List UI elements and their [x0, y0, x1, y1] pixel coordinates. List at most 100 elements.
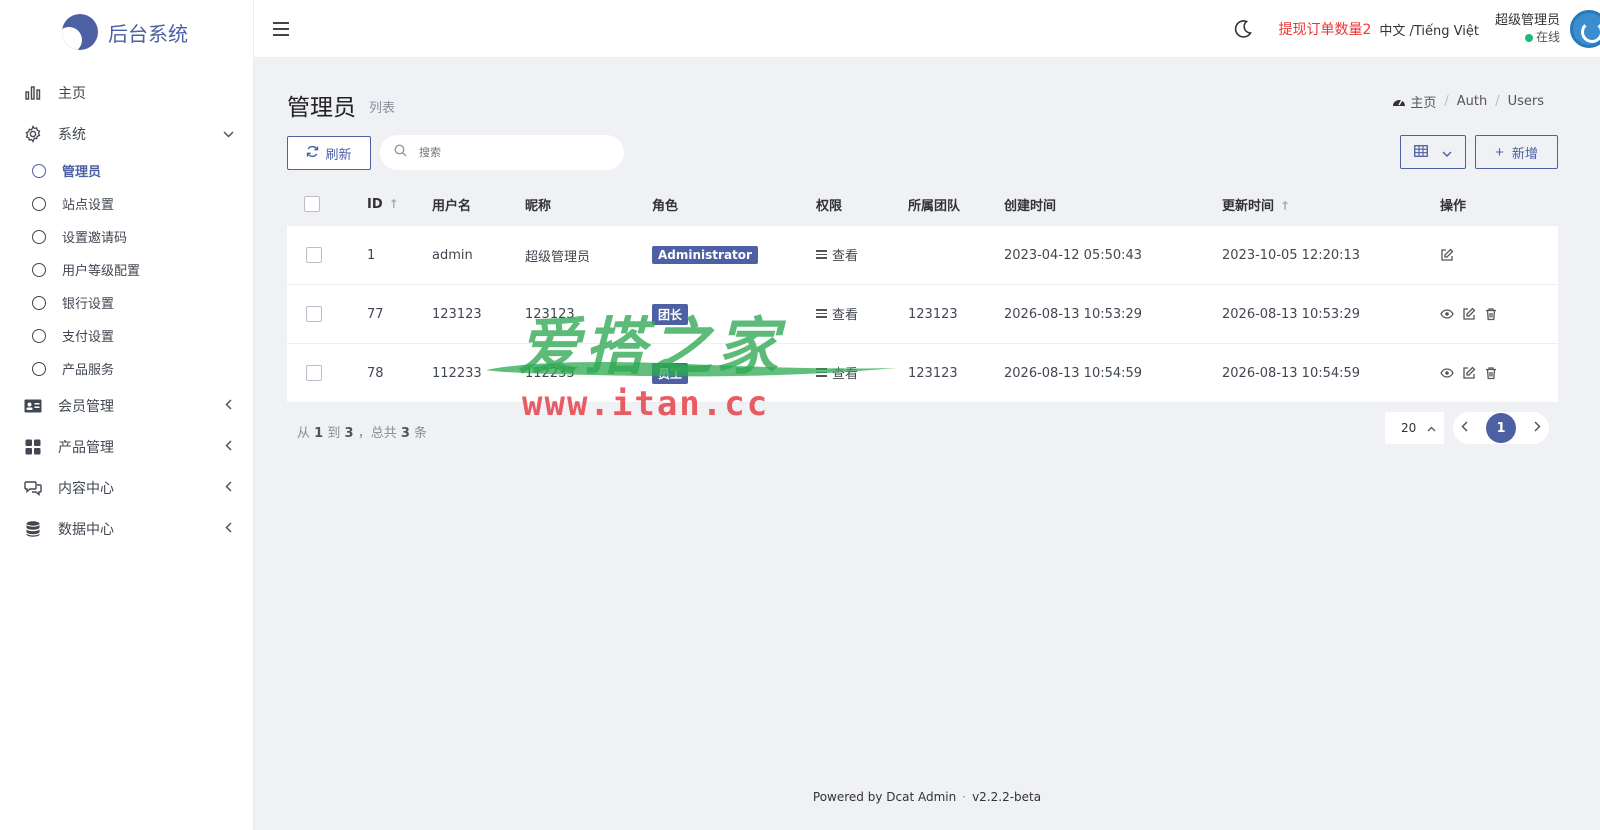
sidebar-item-label: 数据中心: [58, 521, 114, 538]
eye-icon[interactable]: [1440, 366, 1454, 380]
cell-id: 1: [367, 226, 432, 285]
chevron-up-icon: [1427, 421, 1436, 435]
sidebar-item-system[interactable]: 系统: [0, 113, 253, 154]
column-header-id[interactable]: ID ↑: [367, 182, 432, 226]
cell-nickname: 112233: [525, 344, 652, 403]
sidebar-nav: 主页 系统 管理员 站点设置 设置邀请码 用户等级配置 银行设置 支付设置 产品…: [0, 72, 253, 549]
add-button[interactable]: + 新增: [1475, 135, 1558, 169]
cell-team: [908, 226, 1004, 285]
brand-logo-icon: [62, 14, 98, 50]
chevron-left-icon: [221, 521, 235, 536]
sidebar-subitem-product-services[interactable]: 产品服务: [0, 352, 253, 385]
user-status-label: 在线: [1535, 30, 1560, 44]
avatar[interactable]: [1570, 10, 1600, 48]
sidebar-subitem-bank-settings[interactable]: 银行设置: [0, 286, 253, 319]
sidebar-subitem-admins[interactable]: 管理员: [0, 154, 253, 187]
search-box[interactable]: [380, 135, 624, 170]
circle-icon: [32, 262, 46, 277]
cell-team: 123123: [908, 344, 1004, 403]
brand-name: 后台系统: [108, 21, 188, 46]
breadcrumb: 主页 / Auth / Users: [1392, 92, 1544, 111]
row-checkbox[interactable]: [306, 306, 322, 322]
role-badge: Administrator: [652, 246, 758, 264]
search-icon: [394, 144, 407, 161]
row-checkbox[interactable]: [306, 247, 322, 263]
user-menu[interactable]: 超级管理员 在线: [1495, 13, 1560, 45]
powered-by-link[interactable]: Powered by Dcat Admin: [813, 790, 956, 804]
sort-arrow-icon[interactable]: ↑: [1280, 199, 1290, 213]
sidebar-subitem-site-settings[interactable]: 站点设置: [0, 187, 253, 220]
user-name: 超级管理员: [1494, 13, 1560, 28]
refresh-label: 刷新: [325, 146, 352, 162]
withdraw-orders-link[interactable]: 提现订单数量2: [1278, 19, 1371, 39]
users-table: ID ↑ 用户名 昵称 角色 权限 所属团队 创建时间 更新时间 ↑ 操作 1 ad…: [287, 182, 1558, 403]
brand[interactable]: 后台系统: [0, 0, 253, 64]
page-subtitle: 列表: [369, 101, 396, 116]
breadcrumb-users: Users: [1507, 94, 1544, 109]
breadcrumb-auth[interactable]: Auth: [1457, 94, 1487, 109]
grid-toolbar: 刷新 + 新增: [287, 135, 1558, 171]
cell-updated: 2026-08-13 10:54:59: [1222, 344, 1440, 403]
cell-team: 123123: [908, 285, 1004, 344]
next-page-icon[interactable]: [1534, 420, 1541, 436]
database-icon: [23, 519, 43, 539]
cell-created: 2026-08-13 10:54:59: [1004, 344, 1222, 403]
sidebar-item-home[interactable]: 主页: [0, 72, 253, 113]
trash-icon[interactable]: [1484, 366, 1498, 380]
sidebar-subitem-label: 管理员: [62, 165, 102, 180]
breadcrumb-home[interactable]: 主页: [1410, 92, 1436, 111]
column-header-updated[interactable]: 更新时间 ↑: [1222, 182, 1440, 226]
permission-view-link[interactable]: 查看: [816, 304, 858, 323]
add-label: 新增: [1511, 145, 1538, 161]
sidebar-item-members[interactable]: 会员管理: [0, 385, 253, 426]
chart-bar-icon: [23, 83, 43, 103]
dark-mode-moon-icon[interactable]: [1232, 18, 1254, 40]
main-content: 管理员 列表 主页 / Auth / Users 刷新 搜索 + 新增 ID ↑…: [287, 58, 1558, 444]
circle-icon: [32, 361, 46, 376]
sidebar-item-content[interactable]: 内容中心: [0, 467, 253, 508]
edit-icon[interactable]: [1462, 307, 1476, 321]
row-checkbox[interactable]: [306, 365, 322, 381]
sidebar-item-data[interactable]: 数据中心: [0, 508, 253, 549]
sidebar-item-products[interactable]: 产品管理: [0, 426, 253, 467]
table-row: 1 admin 超级管理员 Administrator 查看 2023-04-1…: [287, 226, 1558, 285]
pagination: 1: [1453, 412, 1549, 444]
select-all-checkbox[interactable]: [304, 196, 320, 212]
language-switch[interactable]: 中文 /Tiếng Việt: [1379, 20, 1479, 39]
trash-icon[interactable]: [1484, 307, 1498, 321]
eye-icon[interactable]: [1440, 307, 1454, 321]
sort-arrow-icon[interactable]: ↑: [389, 197, 399, 211]
refresh-button[interactable]: 刷新: [287, 136, 371, 170]
chevron-left-icon: [221, 480, 235, 495]
online-dot-icon: [1524, 33, 1533, 42]
footer-powered-by: Powered by Dcat Admin · v2.2.2-beta: [812, 790, 1042, 804]
permission-view-link[interactable]: 查看: [816, 363, 858, 382]
sidebar-item-label: 主页: [58, 85, 86, 102]
circle-icon: [32, 328, 46, 343]
role-badge: 团长: [652, 303, 689, 325]
search-input[interactable]: [419, 146, 599, 159]
edit-icon[interactable]: [1440, 248, 1454, 262]
sidebar-subitem-label: 产品服务: [62, 363, 115, 378]
column-header-created: 创建时间: [1004, 198, 1057, 214]
column-header-nickname: 昵称: [525, 198, 552, 214]
column-selector-button[interactable]: [1400, 135, 1466, 169]
permission-view-link[interactable]: 查看: [816, 245, 858, 264]
menu-toggle-icon[interactable]: [273, 21, 289, 36]
table-row: 78 112233 112233 员工 查看 123123 2026-08-13…: [287, 344, 1558, 403]
plus-icon: +: [1495, 143, 1504, 161]
prev-page-icon[interactable]: [1461, 420, 1468, 436]
sidebar-subitem-payment-settings[interactable]: 支付设置: [0, 319, 253, 352]
page-number-current[interactable]: 1: [1486, 413, 1516, 443]
table-row: 77 123123 123123 团长 查看 123123 2026-08-13…: [287, 285, 1558, 344]
id-card-icon: [23, 396, 43, 416]
users-table-card: ID ↑ 用户名 昵称 角色 权限 所属团队 创建时间 更新时间 ↑ 操作 1 ad…: [287, 182, 1558, 403]
circle-icon: [32, 295, 46, 310]
edit-icon[interactable]: [1462, 366, 1476, 380]
user-status: 在线: [1495, 29, 1560, 45]
circle-icon: [32, 196, 46, 211]
sidebar-subitem-label: 支付设置: [62, 330, 115, 345]
sidebar-subitem-user-levels[interactable]: 用户等级配置: [0, 253, 253, 286]
sidebar-subitem-invite-code[interactable]: 设置邀请码: [0, 220, 253, 253]
per-page-select[interactable]: 20: [1385, 412, 1444, 444]
